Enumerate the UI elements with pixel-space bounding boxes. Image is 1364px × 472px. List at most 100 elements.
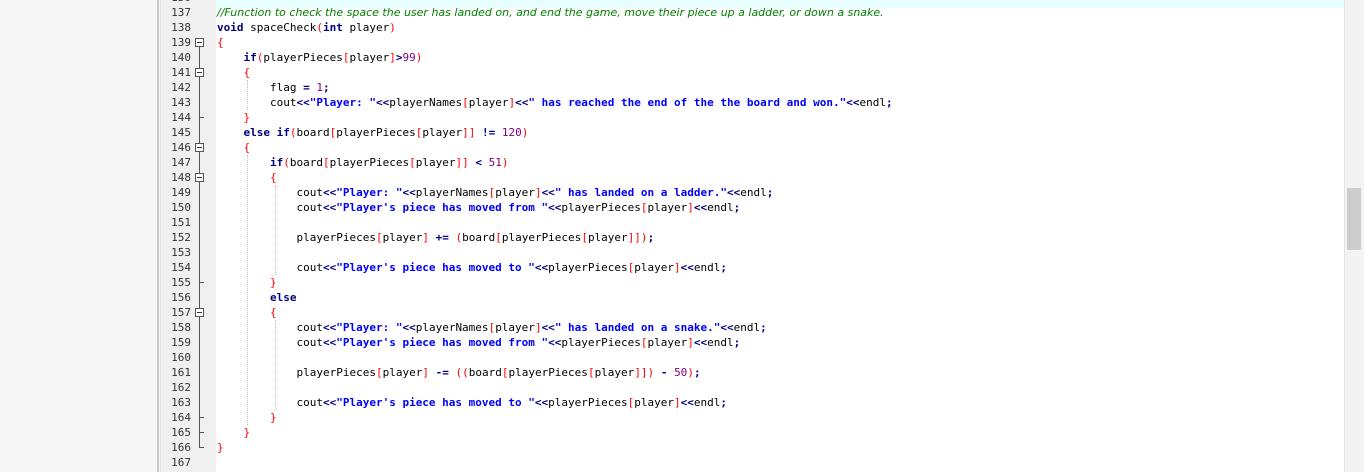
code-line: cout<<"Player's piece has moved from "<<… <box>217 335 740 350</box>
code-token: ; <box>733 201 741 214</box>
code-token: -= <box>435 366 449 379</box>
fold-toggle-icon[interactable] <box>195 173 204 182</box>
code-token: [ <box>495 231 502 244</box>
line-number: 148 <box>171 171 191 184</box>
code-token: } <box>243 111 251 124</box>
indent-guide <box>275 185 276 275</box>
code-token: { <box>217 36 224 49</box>
code-token: player <box>495 186 535 199</box>
code-token: endl <box>740 186 767 199</box>
code-token: ; <box>766 186 774 199</box>
line-number: 163 <box>171 396 191 409</box>
code-token: "Player: " <box>336 321 403 334</box>
fold-toggle-icon[interactable] <box>195 68 204 77</box>
code-token: playerNames <box>415 186 489 199</box>
code-token: { <box>243 66 251 79</box>
code-line: } <box>217 110 251 125</box>
code-token: ) <box>687 366 694 379</box>
code-token: ( <box>289 126 297 139</box>
code-token: [ <box>409 156 416 169</box>
code-token: ]]) <box>634 366 655 379</box>
code-token: player <box>342 21 390 34</box>
code-token: [ <box>640 336 648 349</box>
line-number: 158 <box>171 321 191 334</box>
code-line: cout<<"Player: "<<playerNames[player]<<"… <box>217 185 773 200</box>
line-number: 144 <box>171 111 191 124</box>
code-token: "Player's piece has moved to " <box>336 261 535 274</box>
code-token: << <box>846 96 860 109</box>
code-token: << <box>541 186 555 199</box>
code-token: } <box>243 426 251 439</box>
code-token: board <box>296 126 330 139</box>
code-token: "Player: " <box>309 96 376 109</box>
code-token: << <box>402 186 416 199</box>
line-number: 159 <box>171 336 191 349</box>
code-token: cout <box>217 186 323 199</box>
code-token: ) <box>521 126 529 139</box>
left-panel-background <box>0 0 160 472</box>
code-token: " has reached the end of the the board a… <box>528 96 847 109</box>
code-token: << <box>322 336 337 349</box>
code-token: << <box>375 96 390 109</box>
code-token: playerPieces <box>508 366 588 379</box>
code-token: playerNames <box>389 96 463 109</box>
fold-toggle-icon[interactable] <box>195 143 204 152</box>
line-number: 152 <box>171 231 191 244</box>
line-number: 138 <box>171 21 191 34</box>
code-token: [ <box>375 231 383 244</box>
scrollbar-thumb[interactable] <box>1347 188 1361 250</box>
line-number: 147 <box>171 156 191 169</box>
code-token: player <box>349 51 390 64</box>
code-token: playerPieces <box>561 336 641 349</box>
code-line: } <box>217 440 224 455</box>
code-token: cout <box>217 321 323 334</box>
code-token: player <box>468 96 509 109</box>
fold-toggle-icon[interactable] <box>195 38 204 47</box>
line-number: 161 <box>171 366 191 379</box>
code-token: endl <box>859 96 886 109</box>
code-token: " has landed on a ladder." <box>554 186 727 199</box>
line-number: 160 <box>171 351 191 364</box>
code-token: } <box>269 276 277 289</box>
code-line: { <box>217 140 251 155</box>
code-token: [ <box>375 366 383 379</box>
code-token: << <box>322 321 337 334</box>
line-number: 165 <box>171 426 191 439</box>
code-token: "Player's piece has moved to " <box>336 396 535 409</box>
code-token: ) <box>415 51 423 64</box>
code-line: { <box>217 65 251 80</box>
code-token: playerPieces <box>329 156 410 169</box>
code-token: << <box>402 321 416 334</box>
code-token: ; <box>647 231 655 244</box>
code-token: player <box>422 126 463 139</box>
code-token: endl <box>693 261 721 274</box>
fold-end-marker <box>199 447 204 448</box>
code-token: << <box>515 96 529 109</box>
code-token: 51 <box>488 156 502 169</box>
panel-splitter[interactable] <box>157 0 159 472</box>
code-token: << <box>680 396 694 409</box>
code-token: ] <box>534 186 542 199</box>
code-token: ; <box>885 96 893 109</box>
fold-end-marker <box>199 417 204 418</box>
code-token: ; <box>733 336 741 349</box>
code-token: << <box>548 336 562 349</box>
code-token: player <box>382 366 423 379</box>
line-number: 149 <box>171 186 191 199</box>
code-line: cout<<"Player's piece has moved to "<<pl… <box>217 260 727 275</box>
code-token: [ <box>462 96 469 109</box>
indent-guide <box>247 155 248 425</box>
code-line: void spaceCheck(int player) <box>217 20 396 35</box>
fold-toggle-icon[interactable] <box>195 308 204 317</box>
